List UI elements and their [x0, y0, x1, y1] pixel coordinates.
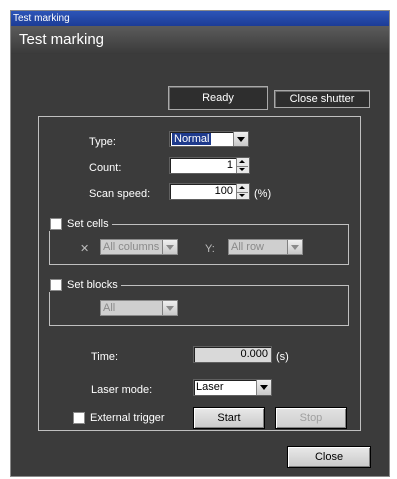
window-titlebar[interactable]: Test marking: [11, 11, 389, 26]
ready-label: Ready: [202, 92, 234, 104]
set-blocks-checkbox[interactable]: [50, 279, 62, 291]
stop-button[interactable]: Stop: [275, 407, 347, 429]
scan-speed-label: Scan speed:: [89, 188, 151, 200]
titlebar-text: Test marking: [13, 13, 70, 24]
dialog-body: Ready Close shutter Type: Normal Count: …: [11, 54, 389, 476]
close-shutter-label: Close shutter: [289, 93, 355, 105]
x-select[interactable]: All columns: [100, 239, 178, 255]
settings-frame: Type: Normal Count: 1 Scan speed: 100 (%…: [38, 116, 361, 431]
close-label: Close: [314, 451, 344, 463]
y-select-value: All row: [231, 241, 265, 253]
y-select[interactable]: All row: [228, 239, 303, 255]
type-select[interactable]: Normal: [169, 131, 249, 147]
close-shutter-button[interactable]: Close shutter: [274, 90, 370, 108]
scan-speed-unit: (%): [254, 188, 272, 200]
chevron-down-icon[interactable]: [162, 240, 177, 254]
y-axis-icon: Y:: [205, 243, 215, 255]
scan-speed-value: 100: [214, 185, 233, 197]
x-axis-icon: ✕: [80, 243, 90, 255]
laser-mode-value: Laser: [196, 381, 224, 393]
count-input[interactable]: 1: [169, 157, 250, 174]
spin-down-icon[interactable]: [237, 166, 248, 174]
set-blocks-legend: Set blocks: [47, 278, 121, 292]
set-cells-group: Set cells ✕ X: All columns Y: Y: All row: [47, 217, 349, 265]
blocks-select[interactable]: All: [100, 300, 178, 316]
header-title: Test marking: [19, 31, 105, 48]
scan-speed-spinner[interactable]: [236, 184, 249, 199]
set-blocks-group: Set blocks All: [47, 278, 349, 326]
scan-speed-input[interactable]: 100: [169, 183, 250, 200]
dialog-header: Test marking: [11, 26, 389, 54]
type-selected-value: Normal: [172, 133, 212, 145]
set-cells-legend: Set cells: [47, 217, 112, 231]
start-button[interactable]: Start: [193, 407, 265, 429]
set-cells-checkbox[interactable]: [50, 218, 62, 230]
external-trigger-checkbox[interactable]: [73, 412, 85, 424]
type-label: Type:: [89, 136, 116, 148]
time-value: 0.000: [240, 348, 268, 360]
time-field: 0.000: [193, 346, 272, 363]
external-trigger-row: External trigger: [73, 411, 165, 425]
close-button[interactable]: Close: [287, 446, 371, 468]
spin-down-icon[interactable]: [237, 192, 248, 200]
chevron-down-icon[interactable]: [233, 132, 248, 146]
set-blocks-label: Set blocks: [67, 279, 118, 291]
ready-button[interactable]: Ready: [168, 86, 268, 110]
laser-mode-select[interactable]: Laser: [193, 379, 272, 396]
x-select-value: All columns: [103, 241, 160, 253]
start-label: Start: [217, 412, 241, 424]
stop-label: Stop: [299, 412, 323, 424]
count-label: Count:: [89, 162, 122, 174]
time-label: Time:: [91, 351, 119, 363]
external-trigger-label: External trigger: [90, 412, 165, 424]
test-marking-window: Test marking Test marking Ready Close sh…: [10, 10, 390, 477]
count-spinner[interactable]: [236, 158, 249, 173]
set-cells-label: Set cells: [67, 218, 109, 230]
count-value: 1: [226, 159, 233, 171]
time-unit: (s): [276, 351, 289, 363]
laser-mode-label: Laser mode:: [91, 384, 153, 396]
blocks-select-value: All: [103, 302, 116, 314]
chevron-down-icon[interactable]: [162, 301, 177, 315]
chevron-down-icon[interactable]: [256, 380, 271, 395]
chevron-down-icon[interactable]: [287, 240, 302, 254]
